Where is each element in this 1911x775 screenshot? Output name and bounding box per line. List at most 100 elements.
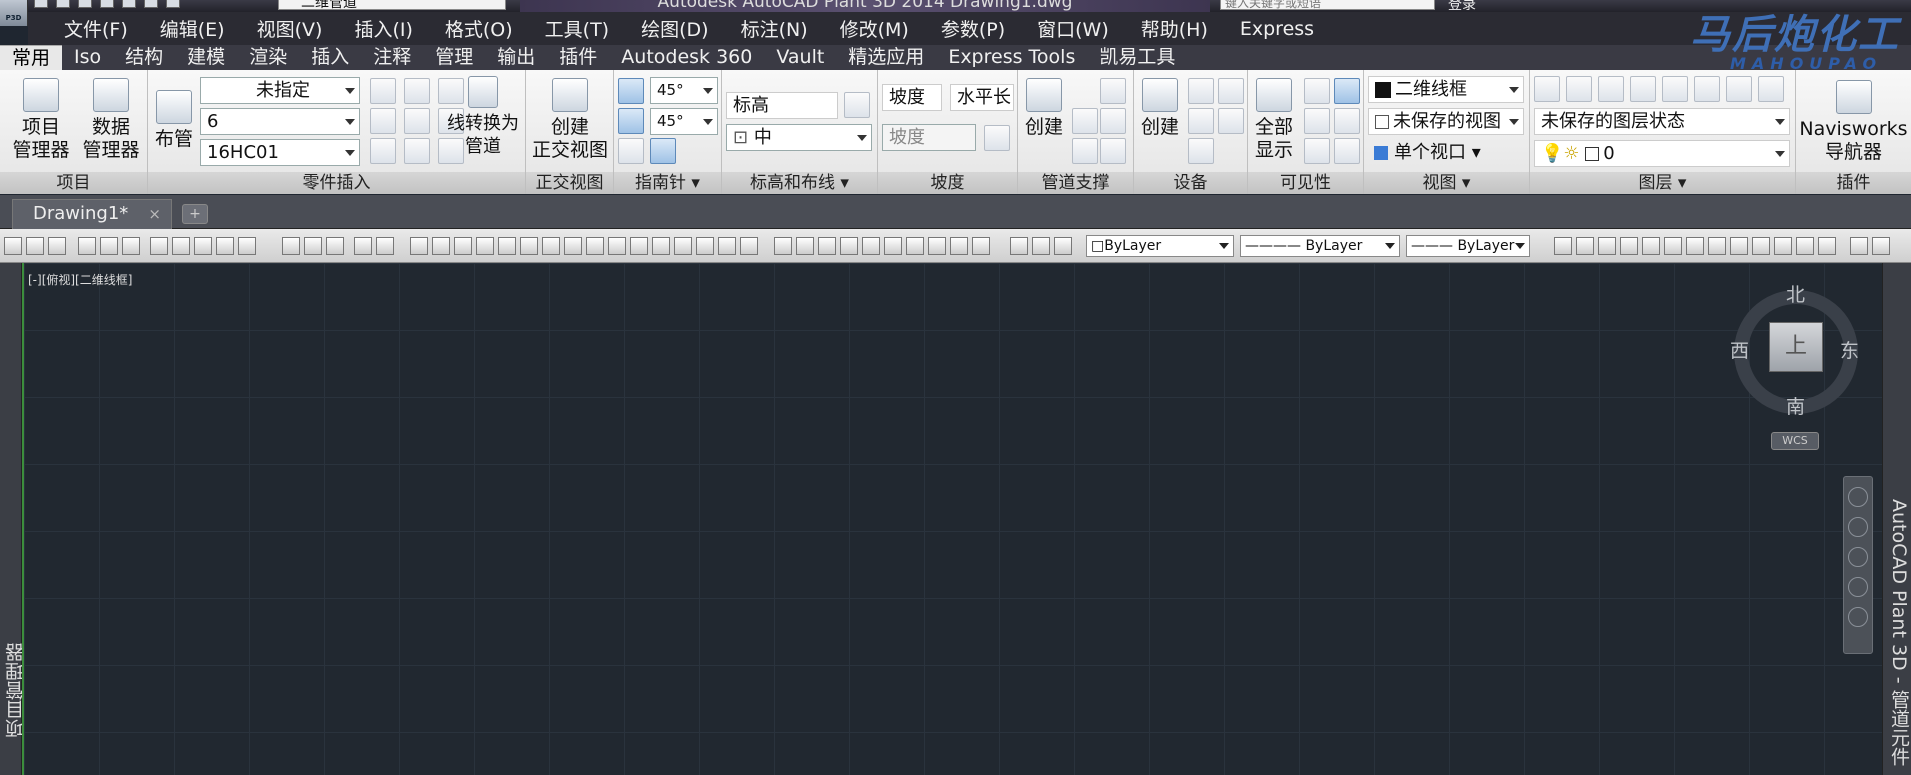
- line-icon[interactable]: [1554, 237, 1572, 255]
- slope-input[interactable]: 坡度: [882, 124, 976, 151]
- menu-insert[interactable]: 插入(I): [338, 15, 428, 42]
- angle-combo-2[interactable]: 45°: [650, 108, 718, 135]
- tab-manage[interactable]: 管理: [423, 45, 485, 70]
- create-ortho-button[interactable]: 创建 正交视图: [528, 78, 612, 162]
- scale-icon[interactable]: [564, 237, 582, 255]
- linetype-combo[interactable]: ———— ByLayer: [1240, 235, 1400, 257]
- insert-block-icon[interactable]: [1796, 237, 1814, 255]
- rectangle-icon[interactable]: [1642, 237, 1660, 255]
- copy-object-icon[interactable]: [432, 237, 450, 255]
- ellipse-icon[interactable]: [1752, 237, 1770, 255]
- preview-icon[interactable]: [100, 237, 118, 255]
- pan-icon[interactable]: [282, 237, 300, 255]
- tab-iso[interactable]: Iso: [62, 45, 113, 70]
- show-all-button[interactable]: 全部 显示: [1250, 78, 1298, 162]
- properties-icon[interactable]: [354, 237, 372, 255]
- stretch-icon[interactable]: [586, 237, 604, 255]
- viewcube-north[interactable]: 北: [1786, 280, 1805, 307]
- equipment-modify-icon[interactable]: [1188, 138, 1214, 164]
- visual-style-combo[interactable]: 二维线框: [1368, 76, 1524, 103]
- navisworks-button[interactable]: Navisworks 导航器: [1798, 80, 1909, 164]
- realistic-icon[interactable]: [1054, 237, 1072, 255]
- viewcube-top-face[interactable]: 上: [1769, 322, 1823, 372]
- view-iso-sw-icon[interactable]: [906, 237, 924, 255]
- create-equipment-button[interactable]: 创建: [1136, 78, 1184, 139]
- layer-freeze-icon[interactable]: [1630, 76, 1656, 102]
- menu-tools[interactable]: 工具(T): [529, 15, 625, 42]
- layer-previous-icon[interactable]: [1758, 76, 1784, 102]
- tab-autodesk360[interactable]: Autodesk 360: [609, 45, 764, 70]
- layer-properties-icon[interactable]: [1534, 76, 1560, 102]
- close-icon[interactable]: ×: [148, 200, 161, 228]
- nozzle-icon[interactable]: [1188, 108, 1214, 134]
- tab-home[interactable]: 常用: [0, 45, 63, 70]
- block-editor-icon[interactable]: [238, 237, 256, 255]
- viewcube-west[interactable]: 西: [1730, 336, 1749, 363]
- publish-icon[interactable]: [122, 237, 140, 255]
- equipment-attach-icon[interactable]: [1218, 108, 1244, 134]
- saved-view-combo[interactable]: 未保存的视图: [1368, 108, 1524, 135]
- panel-title[interactable]: 标高和布线 ▾: [722, 172, 877, 194]
- orbit-icon[interactable]: [1848, 577, 1868, 597]
- elevation-input[interactable]: 标高: [726, 92, 838, 119]
- fitting-icon[interactable]: [404, 108, 430, 134]
- viewport-config[interactable]: 单个视口 ▾: [1368, 140, 1524, 167]
- menu-modify[interactable]: 修改(M): [824, 15, 925, 42]
- wcs-menu[interactable]: WCS: [1771, 432, 1819, 450]
- polyline-icon[interactable]: [1598, 237, 1616, 255]
- tab-plugins[interactable]: 插件: [547, 45, 609, 70]
- save-icon[interactable]: [48, 237, 66, 255]
- slope-pick-icon[interactable]: [984, 125, 1010, 151]
- tab-render[interactable]: 渲染: [237, 45, 299, 70]
- menu-view[interactable]: 视图(V): [241, 15, 339, 42]
- pipe-tool-icon[interactable]: [370, 78, 396, 104]
- tab-drawing1[interactable]: Drawing1* ×: [12, 199, 172, 229]
- menu-dimension[interactable]: 标注(N): [725, 15, 824, 42]
- compass-snap-icon[interactable]: [618, 108, 644, 134]
- panel-title[interactable]: 指南针 ▾: [614, 172, 721, 194]
- spec-combo[interactable]: 未指定: [200, 77, 360, 104]
- menu-express[interactable]: Express: [1224, 18, 1330, 40]
- revcloud-icon[interactable]: [1708, 237, 1726, 255]
- plot-icon[interactable]: [78, 237, 96, 255]
- current-layer-combo[interactable]: 💡☼ 0: [1534, 140, 1790, 167]
- erase-icon[interactable]: [410, 237, 428, 255]
- showmotion-icon[interactable]: [1848, 607, 1868, 627]
- new-icon[interactable]: [34, 0, 48, 8]
- tab-express-tools[interactable]: Express Tools: [936, 45, 1087, 70]
- copy-icon[interactable]: [172, 237, 190, 255]
- hatch-icon[interactable]: [1872, 237, 1890, 255]
- create-support-button[interactable]: 创建: [1020, 78, 1068, 139]
- spec-viewer-icon[interactable]: [404, 78, 430, 104]
- hidden-icon[interactable]: [1032, 237, 1050, 255]
- shade-icon[interactable]: [1010, 237, 1028, 255]
- support-add-icon[interactable]: [1072, 108, 1098, 134]
- tab-kaiyi-tools[interactable]: 凯易工具: [1087, 45, 1187, 70]
- layer-lock-icon[interactable]: [1694, 76, 1720, 102]
- support-replace-icon[interactable]: [1100, 108, 1126, 134]
- color-combo[interactable]: □ByLayer: [1086, 235, 1234, 257]
- join-icon[interactable]: [674, 237, 692, 255]
- menu-window[interactable]: 窗口(W): [1021, 15, 1125, 42]
- circle-icon[interactable]: [1686, 237, 1704, 255]
- zoom-icon[interactable]: [1848, 547, 1868, 567]
- size-combo[interactable]: 6: [200, 108, 360, 135]
- spec-sheet-combo[interactable]: 16HC01: [200, 139, 360, 166]
- tab-modeling[interactable]: 建模: [175, 45, 237, 70]
- menu-format[interactable]: 格式(O): [429, 15, 529, 42]
- print-icon[interactable]: [122, 0, 136, 8]
- project-manager-palette[interactable]: 项目管理器: [0, 263, 27, 775]
- justify-combo[interactable]: ⊡ 中: [726, 124, 872, 151]
- line-to-pipe-button[interactable]: 线转换为 管道: [440, 76, 526, 158]
- login-button[interactable]: 登录: [1448, 0, 1476, 12]
- search-input[interactable]: 键入关键字或短语: [1220, 0, 1435, 10]
- offset-icon[interactable]: [476, 237, 494, 255]
- view-top-icon[interactable]: [774, 237, 792, 255]
- hide-icon[interactable]: [1334, 78, 1360, 104]
- equipment-edit-icon[interactable]: [1188, 78, 1214, 104]
- rotate-icon[interactable]: [542, 237, 560, 255]
- point-icon[interactable]: [1850, 237, 1868, 255]
- mirror-icon[interactable]: [454, 237, 472, 255]
- app-menu-button[interactable]: P3D: [0, 0, 28, 26]
- workspace-selector[interactable]: 二维管道: [278, 0, 506, 11]
